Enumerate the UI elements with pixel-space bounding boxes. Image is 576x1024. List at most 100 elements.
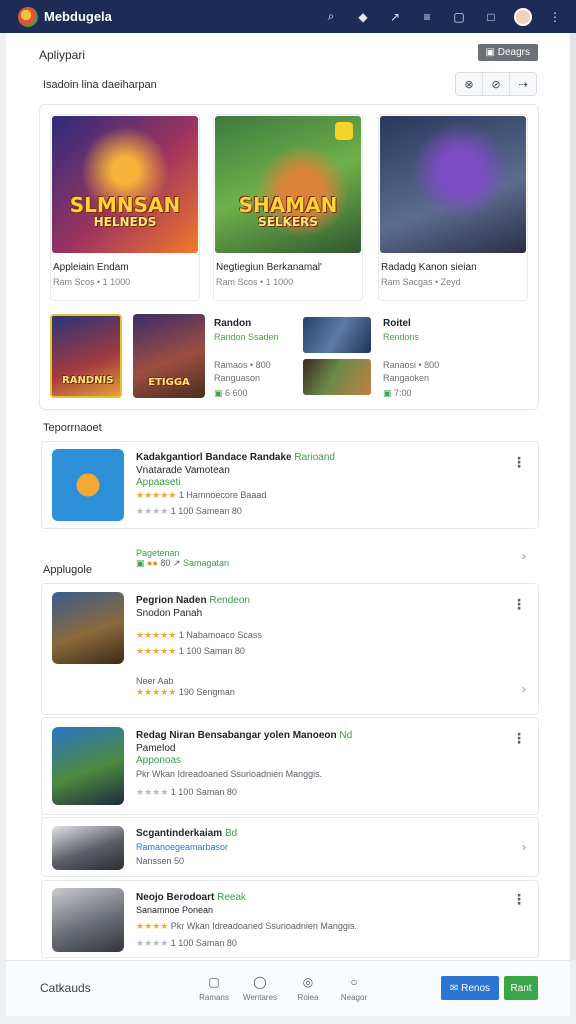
item-rating: ★★★★★ 1 Nabamoaco Scass [136,630,262,640]
item-title: Neojo Berodoart Reeak [136,892,247,903]
mini-meta: Ramaos • 800 [214,360,271,370]
game-tile[interactable]: ETIGGA [133,314,205,398]
app-icon [52,449,124,521]
view-toggle: ⊗ ⊘ ⇢ [455,72,537,96]
header-action-button[interactable]: ▣ Deagrs [477,44,538,61]
item-meta: ★★★★ 1 100 Saman 80 [136,938,237,948]
featured-panel: SLMNSAN HELNEDS Appleiain Endam Ram Scos… [39,104,539,410]
bottom-bar: Catkauds ▢ Ramans ◯ Wentares ◎ Roiea ○ Neago… [6,960,570,1016]
chart-icon[interactable]: ↗ [386,10,404,24]
mini-meta: Ranaosi • 800 [383,360,440,370]
mini-thumbnail[interactable] [303,317,371,353]
badge-icon [335,122,353,140]
mini-thumbnail[interactable] [303,359,371,395]
list-item[interactable]: Neojo Berodoart Reeak Sanamnoe Ponean ★★… [41,880,539,958]
scrollbar[interactable] [570,33,576,960]
square-outline-icon[interactable]: □ [482,10,500,24]
item-meta: ★★★★★ 1 100 Saman 80 [136,646,245,656]
mini-title: Roitel [383,318,411,329]
item-subtitle: Ramanoegeamarbasor [136,842,229,852]
topbar-actions: ⌕ ◆ ↗ ≡ ▢ □ ⋮ [322,7,564,26]
section-heading: Apliypari [39,48,86,62]
item-subtitle: Pamelod [136,743,176,754]
game-tile[interactable]: RANDNIS [50,314,122,398]
featured-card[interactable]: Radadg Kanon sieian Ram Sacgas • Zeyd [378,114,528,301]
game-art: SHAMAN SELKERS [215,116,361,253]
art-title: SLMNSAN HELNEDS [69,193,181,230]
tile-art-title: ETIGGA [148,376,190,388]
mini-meta: ▣ 7:00 [383,388,412,398]
chevron-right-icon[interactable]: › [522,682,526,696]
featured-card[interactable]: SHAMAN SELKERS Negtiegiun Berkanamal' Ra… [213,114,363,301]
diamond-icon[interactable]: ◆ [354,10,372,24]
more-icon[interactable]: ⋮ [546,10,564,24]
item-rating: ★★★★★ 1 Hamnoecore Baaad [136,490,267,500]
app-icon [52,888,124,952]
main-content: Apliypari ▣ Deagrs Isadoin lina daeiharp… [6,33,570,960]
more-icon[interactable]: ⋮ [512,730,526,747]
nav-item-1[interactable]: ▢ Ramans [194,975,234,1002]
more-icon[interactable]: ⋮ [512,891,526,908]
toggle-option-2[interactable]: ⊘ [483,73,510,95]
item-title: Pegrion Naden Rendeon [136,595,250,606]
profile-icon: ○ [350,975,358,989]
nav-item-4[interactable]: ○ Neagor [334,975,374,1002]
mini-meta: ▣ 6 600 [214,388,248,398]
footer-row: Pagetenan ▣ ●● 80 ↗ Samagatan [136,548,230,568]
item-footer-title: Neer Aab [136,676,174,686]
game-art: SLMNSAN HELNEDS [52,116,198,253]
item-subtitle: Snodon Panah [136,608,203,619]
primary-button[interactable]: ✉ Renos [441,976,499,1000]
mini-subtitle: Randon Ssaden [214,332,279,342]
item-meta: ★★★★ 1 100 Saman 80 [136,787,237,797]
chat-icon: ◎ [302,975,314,989]
item-meta: ★★★★ 1 100 Samean 80 [136,506,242,516]
search-icon[interactable]: ⌕ [322,9,340,24]
featured-card[interactable]: SLMNSAN HELNEDS Appleiain Endam Ram Scos… [50,114,200,301]
item-description: Pkr Wkan Idreadoaned Ssurioadnien Manggi… [136,769,323,779]
nav-item-3[interactable]: ◎ Roiea [288,975,328,1002]
item-description: ★★★★ Pkr Wkan Idreadoaned Ssurioadnien M… [136,921,357,931]
more-icon[interactable]: ⋮ [512,596,526,613]
mini-meta: Rangaoken [383,373,430,383]
item-title: Redag Niran Bensabangar yolen Manoeon Nd [136,730,353,741]
app-logo[interactable] [18,6,38,27]
toggle-option-3[interactable]: ⇢ [510,73,536,95]
item-subtitle: Sanamnoe Ponean [136,905,214,915]
item-category: Appaaseti [136,477,181,488]
mini-subtitle: Rendons [383,332,420,342]
secondary-button[interactable]: Rant [504,976,538,1000]
app-title: Mebdugela [44,9,112,24]
chevron-right-icon[interactable]: › [522,840,526,854]
mini-meta: Ranguason [214,373,261,383]
list-item[interactable]: Pegrion Naden Rendeon Snodon Panah ★★★★★… [41,583,539,715]
card-subtitle: Ram Scos • 1 1000 [216,277,294,287]
mini-title: Randon [214,318,252,329]
bird-icon: ✉ [449,982,462,994]
chevron-right-icon[interactable]: › [522,549,526,563]
art-title: SHAMAN SELKERS [238,193,338,230]
toggle-option-1[interactable]: ⊗ [456,73,483,95]
nav-item-2[interactable]: ◯ Wentares [240,975,280,1002]
item-meta: Nanssen 50 [136,856,185,866]
card-title: Negtiegiun Berkanamal' [216,262,322,273]
app-icon [52,826,124,870]
list-item[interactable]: Scgantinderkaiam Bd Ramanoegeamarbasor N… [41,817,539,877]
list-item[interactable]: Redag Niran Bensabangar yolen Manoeon Nd… [41,717,539,815]
section-heading: Applugole [43,564,92,576]
card-subtitle: Ram Sacgas • Zeyd [381,277,461,287]
avatar[interactable] [514,7,532,26]
featured-title: Isadoin lina daeiharpan [43,79,157,91]
bottom-label: Catkauds [40,981,91,995]
more-icon[interactable]: ⋮ [512,454,526,471]
bookmark-icon[interactable]: ≡ [418,10,436,24]
card-title: Radadg Kanon sieian [381,262,477,273]
grid-icon: ▢ [208,975,220,989]
item-subtitle: Vnatarade Vamotean [136,465,230,476]
item-footer-meta: ★★★★★ 190 Sengman [136,687,235,697]
list-item[interactable]: Kadakgantiorl Bandace Randake Rarioand V… [41,441,539,529]
square-icon[interactable]: ▢ [450,10,468,24]
card-title: Appleiain Endam [53,262,129,273]
app-icon [52,727,124,805]
section-heading: Teporrnaoet [43,422,102,434]
